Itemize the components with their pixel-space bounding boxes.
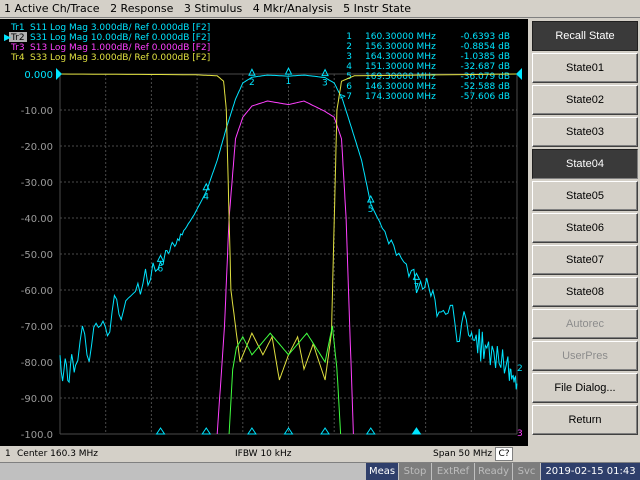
menu-mkr-analysis[interactable]: 4 Mkr/Analysis [249,0,336,18]
softkey-state07[interactable]: State07 [532,245,638,275]
trace-end-label: 2 [517,364,523,374]
marker-frequency: 160.30000 MHz [365,32,436,42]
marker-value: -32.687 dB [461,62,511,72]
marker-label: 1 [286,77,292,87]
marker-value: -1.0385 dB [461,52,511,62]
marker-frequency: 156.30000 MHz [365,42,436,52]
marker-number: 6 [346,82,352,92]
status-extref: ExtRef [432,463,474,480]
marker-label: 7 [413,282,419,292]
y-tick-label: -20.00 [21,142,53,153]
y-tick-label: -30.00 [21,178,53,189]
softkey-state04[interactable]: State04 [532,149,638,179]
status-bar: Meas Stop ExtRef Ready Svc 2019-02-15 01… [0,462,640,480]
channel-status-bar: 1 Center 160.3 MHz IFBW 10 kHz Span 50 M… [0,446,528,462]
trace-description: S31 Log Mag 10.00dB/ Ref 0.000dB [F2] [30,33,210,43]
menu-instr-state[interactable]: 5 Instr State [339,0,414,18]
softkey-state01[interactable]: State01 [532,53,638,83]
menu-bar: 1 Active Ch/Trace 2 Response 3 Stimulus … [0,0,640,18]
status-meas: Meas [366,463,398,480]
marker-frequency: 146.30000 MHz [365,82,436,92]
marker-number: >7 [339,92,352,102]
active-trace-arrow: ▶ [4,33,11,43]
y-tick-label: -80.00 [21,358,53,369]
menu-active-ch-trace[interactable]: 1 Active Ch/Trace [0,0,103,18]
softkey-panel: Recall State State01 State02 State03 State0… [529,19,640,462]
marker-label: 4 [203,193,209,203]
y-tick-label: -70.00 [21,322,53,333]
marker-label: 2 [249,78,255,88]
channel-indicator[interactable]: C? [495,447,513,461]
y-tick-label: -90.00 [21,394,53,405]
marker-value: -0.6393 dB [461,32,511,42]
y-tick-label: -60.00 [21,286,53,297]
y-tick-label: -50.00 [21,250,53,261]
marker-number: 2 [346,42,352,52]
marker-number: 4 [346,62,352,72]
analyzer-window: 1 Active Ch/Trace 2 Response 3 Stimulus … [0,0,640,480]
status-stop: Stop [399,463,431,480]
status-ready: Ready [475,463,512,480]
marker-label: 5 [368,205,374,215]
softkey-file-dialog[interactable]: File Dialog... [532,373,638,403]
trace-plot: 0.000 -10.00 -20.00 -30.00 -40.00 -50.00 -60.0… [0,19,528,446]
y-tick-label: 0.000 [24,70,53,81]
marker-frequency: 174.30000 MHz [365,92,436,102]
softkey-return[interactable]: Return [532,405,638,435]
status-svc: Svc [513,463,540,480]
measurement-display[interactable]: 0.000 -10.00 -20.00 -30.00 -40.00 -50.00 -60.0… [0,19,528,446]
y-tick-label: -10.00 [21,106,53,117]
softkey-title-recall-state[interactable]: Recall State [532,21,638,51]
marker-frequency: 164.30000 MHz [365,52,436,62]
trace-id[interactable]: Tr4 [10,53,25,63]
marker-frequency: 169.30000 MHz [365,72,436,82]
trace-id[interactable]: Tr3 [10,43,25,53]
marker-label: 6 [158,264,164,274]
softkey-state05[interactable]: State05 [532,181,638,211]
marker-number: 3 [346,52,352,62]
trace-description: S33 Log Mag 3.000dB/ Ref 0.000dB [F2] [30,53,210,63]
status-datetime: 2019-02-15 01:43 [541,463,640,480]
marker-value: -36.079 dB [461,72,511,82]
trace-description: S13 Log Mag 1.000dB/ Ref 0.000dB [F2] [30,43,210,53]
softkey-userpres[interactable]: UserPres [532,341,638,371]
trace-description: S11 Log Mag 3.000dB/ Ref 0.000dB [F2] [30,23,210,33]
softkey-state06[interactable]: State06 [532,213,638,243]
trace-end-label: 3 [517,429,523,439]
softkey-state02[interactable]: State02 [532,85,638,115]
trace-id[interactable]: Tr2 [10,33,25,43]
menu-response[interactable]: 2 Response [106,0,176,18]
marker-value: -57.606 dB [461,92,511,102]
softkey-state03[interactable]: State03 [532,117,638,147]
y-tick-label: -100.0 [21,430,53,441]
softkey-autorec[interactable]: Autorec [532,309,638,339]
marker-value: -0.8854 dB [461,42,511,52]
center-frequency: Center 160.3 MHz [17,449,99,459]
marker-value: -52.588 dB [461,82,511,92]
marker-number: 1 [346,32,352,42]
marker-label: 3 [322,79,328,89]
marker-frequency: 151.30000 MHz [365,62,436,72]
channel-number: 1 [5,449,11,459]
trace-id[interactable]: Tr1 [10,23,25,33]
softkey-state08[interactable]: State08 [532,277,638,307]
menu-stimulus[interactable]: 3 Stimulus [180,0,245,18]
span: Span 50 MHz [433,449,493,459]
ifbw: IFBW 10 kHz [235,449,292,459]
y-tick-label: -40.00 [21,214,53,225]
